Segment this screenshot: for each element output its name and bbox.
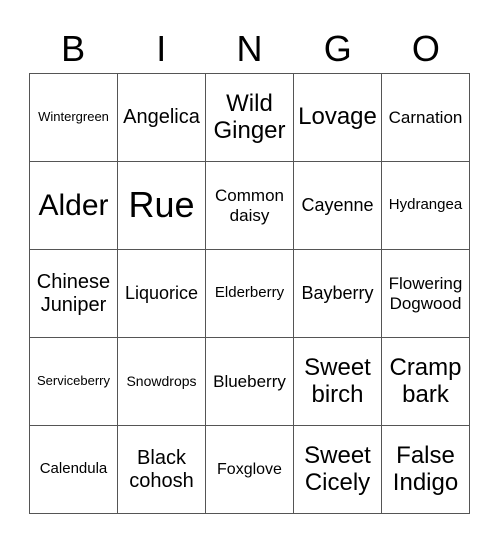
bingo-cell[interactable]: Calendula — [30, 426, 118, 514]
header-letter-i: I — [156, 28, 167, 69]
bingo-cell[interactable]: Liquorice — [118, 250, 206, 338]
bingo-cell[interactable]: Wintergreen — [30, 74, 118, 162]
bingo-grid: Wintergreen Angelica Wild Ginger Lovage … — [29, 73, 470, 514]
bingo-cell[interactable]: Wild Ginger — [206, 74, 294, 162]
bingo-cell[interactable]: Cayenne — [294, 162, 382, 250]
bingo-cell[interactable]: Chinese Juniper — [30, 250, 118, 338]
bingo-cell[interactable]: Sweet Cicely — [294, 426, 382, 514]
bingo-cell[interactable]: Bayberry — [294, 250, 382, 338]
header-letter-o: O — [411, 28, 440, 69]
bingo-cell[interactable]: Sweet birch — [294, 338, 382, 426]
bingo-cell[interactable]: Alder — [30, 162, 118, 250]
header-letter-b: B — [61, 28, 86, 69]
bingo-cell[interactable]: Serviceberry — [30, 338, 118, 426]
bingo-cell[interactable]: Foxglove — [206, 426, 294, 514]
bingo-cell[interactable]: False Indigo — [382, 426, 470, 514]
bingo-cell[interactable]: Carnation — [382, 74, 470, 162]
bingo-cell[interactable]: Common daisy — [206, 162, 294, 250]
bingo-cell[interactable]: Hydrangea — [382, 162, 470, 250]
bingo-cell[interactable]: Lovage — [294, 74, 382, 162]
bingo-cell[interactable]: Angelica — [118, 74, 206, 162]
bingo-cell[interactable]: Cramp bark — [382, 338, 470, 426]
bingo-cell[interactable]: Snowdrops — [118, 338, 206, 426]
bingo-cell[interactable]: Blueberry — [206, 338, 294, 426]
header-letter-g: G — [323, 28, 352, 69]
header-letter-n: N — [236, 28, 263, 69]
bingo-cell[interactable]: Black cohosh — [118, 426, 206, 514]
bingo-cell[interactable]: Flowering Dogwood — [382, 250, 470, 338]
bingo-header: B I N G O — [29, 26, 470, 72]
bingo-cell[interactable]: Rue — [118, 162, 206, 250]
bingo-cell[interactable]: Elderberry — [206, 250, 294, 338]
